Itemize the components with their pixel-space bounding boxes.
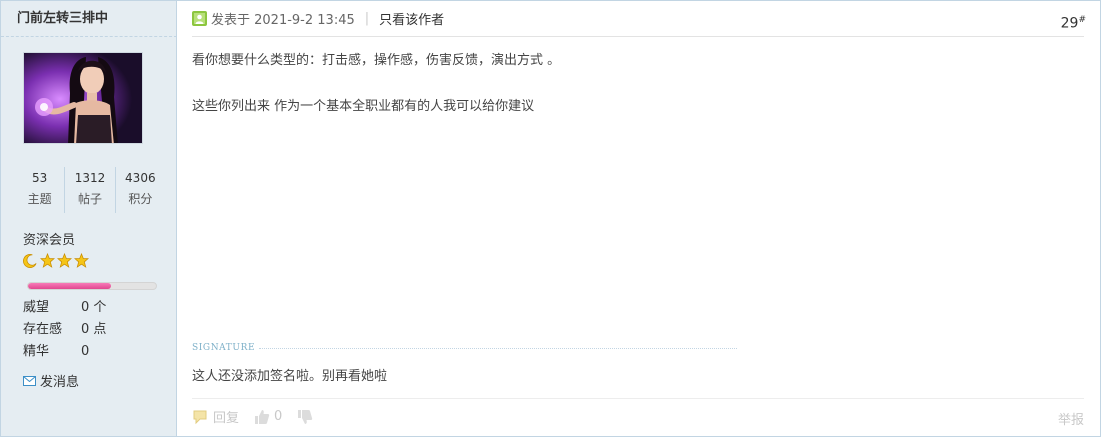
send-message-label: 发消息 [40,375,80,390]
stat-value: 53 [32,171,48,185]
user-group[interactable]: 资深会员 [23,229,75,248]
info-essence: 精华 0 [23,341,173,363]
floor-number[interactable]: 29# [1061,15,1086,32]
post-paragraph: 这些你列出来 作为一个基本全职业都有的人我可以给你建议 [192,99,535,114]
username[interactable]: 门前左转三排中 [1,1,177,37]
info-value: 0 [81,344,90,359]
star-icon [40,253,55,268]
rank-stars [23,253,89,268]
stat-topics[interactable]: 53 主题 [15,167,66,213]
info-prestige: 威望 0 个 [23,297,173,319]
like-count: 0 [274,409,283,424]
reply-icon [193,410,207,424]
stat-label: 主题 [27,192,52,206]
stat-label: 帖子 [77,192,102,206]
info-key: 精华 [23,344,50,359]
star-icon [57,253,72,268]
info-key: 威望 [23,300,50,315]
post-header: 发表于 2021-9-2 13:45 | 只看该作者 [192,1,1084,37]
header-separator: | [364,11,370,26]
dislike-button[interactable] [296,408,314,426]
stat-label: 积分 [128,192,153,206]
send-message-link[interactable]: 发消息 [23,371,79,390]
level-progress-fill [28,283,112,289]
signature-text: 这人还没添加签名啦。别再看她啦 [192,369,388,384]
info-presence: 存在感 0 点 [23,319,173,341]
stat-posts[interactable]: 1312 帖子 [65,167,116,213]
like-button[interactable]: 0 [253,408,282,426]
user-stats: 53 主题 1312 帖子 4306 积分 [15,167,165,213]
stat-value: 1312 [74,171,106,185]
view-author-only-link[interactable]: 只看该作者 [379,9,444,28]
post-paragraph: 看你想要什么类型的：打击感，操作感，伤害反馈，演出方式 。 [192,53,561,68]
user-sidebar: 门前左转三排中 53 主题 1312 帖子 4306 积分 资深会员 威望 0 … [1,1,177,436]
signature-label: SIGNATURE [192,343,256,353]
post-footer: 回复 0 举报 [192,398,1084,434]
thumbs-up-icon [255,409,270,424]
star-icon [74,253,89,268]
thumbs-down-icon [298,409,313,424]
info-value: 0 点 [81,322,107,337]
signature-divider: SIGNATURE [192,343,737,353]
floor-mark: # [1078,15,1086,25]
post-body: 发表于 2021-9-2 13:45 | 只看该作者 29# 看你想要什么类型的… [178,1,1100,436]
post-content: 看你想要什么类型的：打击感，操作感，伤害反馈，演出方式 。 这些你列出来 作为一… [192,50,1072,142]
online-status-icon [192,11,207,26]
post-time: 发表于 2021-9-2 13:45 [211,13,355,28]
info-value: 0 个 [81,300,107,315]
stat-value: 4306 [125,171,156,185]
avatar[interactable] [23,52,143,144]
floor-number-value: 29 [1060,15,1079,32]
moon-icon [23,254,37,268]
reply-button[interactable]: 回复 [192,407,239,426]
stat-points[interactable]: 4306 积分 [116,167,165,213]
mail-icon [23,375,36,386]
report-link[interactable]: 举报 [1058,409,1084,428]
reply-label: 回复 [213,411,240,426]
level-progress-bar [27,282,157,290]
info-key: 存在感 [23,322,63,337]
signature-dots [259,347,737,349]
user-info-list: 威望 0 个 存在感 0 点 精华 0 [23,297,173,363]
